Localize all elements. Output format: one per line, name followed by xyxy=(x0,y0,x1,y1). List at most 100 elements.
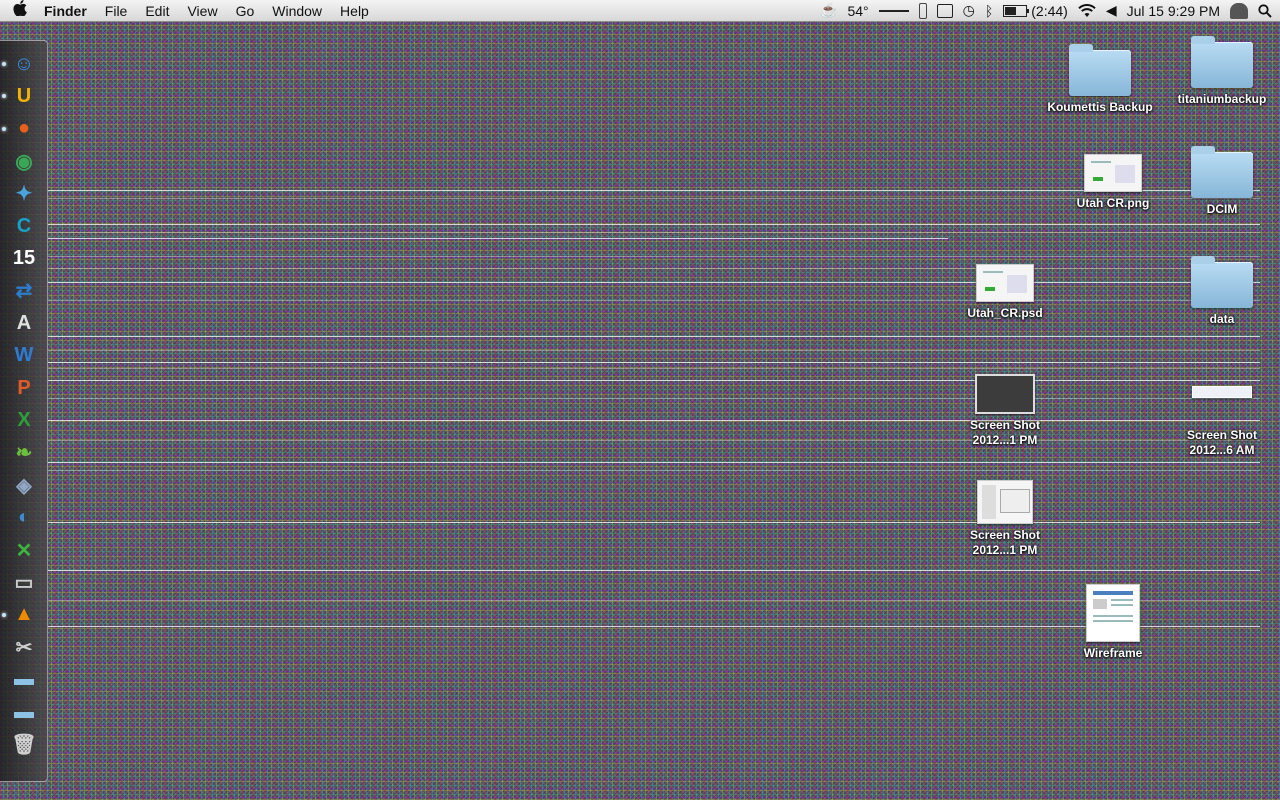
menu-bar: Finder File Edit View Go Window Help ☕ 5… xyxy=(0,0,1280,22)
clock[interactable]: Jul 15 9:29 PM xyxy=(1127,3,1220,19)
folder-icon xyxy=(1191,146,1253,198)
desktop-background[interactable] xyxy=(0,22,1280,800)
dock-trash-icon[interactable]: 🗑 xyxy=(9,729,39,759)
desktop-folder-koumettis-backup[interactable]: Koumettis Backup xyxy=(1045,44,1155,115)
noise-streak xyxy=(48,268,1260,269)
desktop-icon-label: titaniumbackup xyxy=(1177,92,1267,106)
desktop-folder-data[interactable]: data xyxy=(1167,256,1277,327)
menu-app-finder[interactable]: Finder xyxy=(40,0,96,22)
dock-vlc-icon[interactable]: ▲ xyxy=(9,600,39,630)
noise-streak xyxy=(48,522,1260,523)
desktop-icon-label: DCIM xyxy=(1206,202,1238,216)
menu-help[interactable]: Help xyxy=(331,0,378,22)
running-indicator xyxy=(2,612,6,617)
dock-powerpoint-icon[interactable]: P xyxy=(9,373,39,403)
folder-icon xyxy=(1191,256,1253,308)
menu-window[interactable]: Window xyxy=(263,0,331,22)
menu-file[interactable]: File xyxy=(96,0,137,22)
volume-icon[interactable]: ◀ xyxy=(1106,2,1117,19)
image-thumbnail-icon xyxy=(976,264,1034,302)
noise-streak xyxy=(48,256,1260,257)
running-indicator xyxy=(2,126,6,131)
dock-cyberduck-icon[interactable]: C xyxy=(9,211,39,241)
dock-magnet-icon[interactable]: U xyxy=(9,81,39,111)
coffee-icon[interactable]: ☕ xyxy=(820,2,837,19)
noise-streak xyxy=(48,362,1260,363)
dock-font-book-icon[interactable]: A xyxy=(9,308,39,338)
menu-extra-icon[interactable] xyxy=(918,2,927,19)
display-icon[interactable] xyxy=(936,3,953,18)
dock-word-icon[interactable]: W xyxy=(9,341,39,371)
dock-excel-icon[interactable]: X xyxy=(9,405,39,435)
screenshot-thumbnail-icon xyxy=(977,480,1033,524)
dock-firefox-icon[interactable]: ● xyxy=(9,114,39,144)
desktop-icon-label: Screen Shot 2012...6 AM xyxy=(1186,428,1258,457)
noise-streak xyxy=(48,282,1260,283)
dock-safari-icon[interactable]: ✦ xyxy=(9,179,39,209)
menu-view[interactable]: View xyxy=(178,0,226,22)
dock: ☺ U ● ◉ ✦ C 15 ⇄ A W P X ❧ ◈ ◐ ✕ ▭ ▲ ✂ ▬ ▬ 🗑 xyxy=(0,40,48,782)
wifi-icon[interactable] xyxy=(1078,3,1096,18)
desktop-file-utah-cr-png[interactable]: Utah CR.png xyxy=(1058,154,1168,211)
desktop-file-wireframe[interactable]: Wireframe xyxy=(1058,584,1168,661)
dock-evernote-icon[interactable]: ❧ xyxy=(9,438,39,468)
desktop-icon-label: Wireframe xyxy=(1083,646,1143,660)
noise-streak xyxy=(48,440,1260,441)
bluetooth-icon[interactable]: ᛒ xyxy=(985,3,993,19)
screenshot-thumbnail-icon xyxy=(1192,386,1252,398)
dock-utilities-icon[interactable]: ✂ xyxy=(9,632,39,662)
noise-streak xyxy=(48,470,1260,471)
dock-instruments-icon[interactable]: ◈ xyxy=(9,470,39,500)
folder-icon xyxy=(1191,36,1253,88)
desktop-folder-titaniumbackup[interactable]: titaniumbackup xyxy=(1167,36,1277,107)
noise-streak xyxy=(48,462,1260,463)
dock-calendar-icon[interactable]: 15 xyxy=(9,243,39,273)
menu-edit[interactable]: Edit xyxy=(136,0,178,22)
desktop-file-utah-cr-psd[interactable]: Utah_CR.psd xyxy=(950,264,1060,321)
noise-streak xyxy=(48,380,1260,381)
desktop-icon-label: Utah CR.png xyxy=(1076,196,1150,210)
slider-icon[interactable] xyxy=(878,9,909,12)
running-indicator xyxy=(2,94,6,99)
apple-icon[interactable] xyxy=(0,0,40,21)
noise-streak xyxy=(48,336,1260,337)
document-thumbnail-icon xyxy=(1086,584,1140,642)
spotlight-icon[interactable] xyxy=(1258,3,1272,18)
noise-streak xyxy=(48,570,1260,571)
noise-streak xyxy=(48,224,1260,225)
image-thumbnail-icon xyxy=(1084,154,1142,192)
dock-sync-icon[interactable]: ⇄ xyxy=(9,276,39,306)
dashboard-icon[interactable] xyxy=(796,4,810,18)
time-machine-icon[interactable]: ◷ xyxy=(963,2,975,19)
noise-streak xyxy=(48,398,1260,399)
noise-streak xyxy=(48,232,1260,233)
dock-network-icon[interactable]: ◐ xyxy=(9,503,39,533)
desktop-file-screenshot-2[interactable]: Screen Shot 2012...6 AM xyxy=(1167,386,1277,458)
noise-streak xyxy=(48,350,1260,351)
folder-icon xyxy=(1069,44,1131,96)
battery-icon xyxy=(1003,4,1030,17)
desktop-icon-label: Screen Shot 2012...1 PM xyxy=(969,418,1041,447)
noise-streak xyxy=(48,300,1260,301)
desktop-icon-label: Utah_CR.psd xyxy=(967,306,1043,320)
menu-go[interactable]: Go xyxy=(227,0,264,22)
dock-terminal-icon[interactable]: ▭ xyxy=(9,567,39,597)
user-icon[interactable] xyxy=(1230,2,1248,19)
dock-applications-stack-icon[interactable]: ▬ xyxy=(9,665,39,695)
dock-chrome-icon[interactable]: ◉ xyxy=(9,146,39,176)
noise-streak xyxy=(48,368,1260,369)
dock-finder-icon[interactable]: ☺ xyxy=(9,49,39,79)
weather-temperature[interactable]: 54° xyxy=(847,3,868,19)
noise-streak xyxy=(48,420,1260,421)
desktop-icon-label: Screen Shot 2012...1 PM xyxy=(969,528,1041,557)
desktop-file-screenshot-3[interactable]: Screen Shot 2012...1 PM xyxy=(950,480,1060,558)
screenshot-thumbnail-icon xyxy=(975,374,1035,414)
noise-streak xyxy=(48,238,948,239)
dock-keepassx-icon[interactable]: ✕ xyxy=(9,535,39,565)
desktop-icon-label: data xyxy=(1209,312,1235,326)
running-indicator xyxy=(2,62,6,66)
desktop-folder-dcim[interactable]: DCIM xyxy=(1167,146,1277,217)
desktop-file-screenshot-1[interactable]: Screen Shot 2012...1 PM xyxy=(950,374,1060,448)
battery-status[interactable]: (2:44) xyxy=(1003,3,1068,19)
dock-documents-stack-icon[interactable]: ▬ xyxy=(9,697,39,727)
